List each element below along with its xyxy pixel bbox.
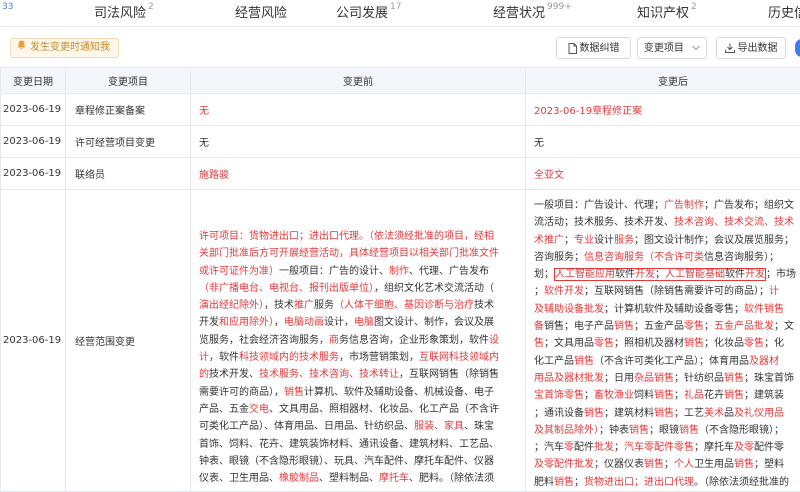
scope-line: 开发和应用除外），电脑动画设计，电脑图文设计、制作，会议及展	[199, 314, 517, 331]
scope-line: 览服务，社会经济咨询服务，商务信息咨询，企业形象策划，软件设	[199, 332, 517, 349]
scope-line: 备销售；电子产品销售；五金产品零售；五金产品批发；文	[534, 318, 800, 335]
scope-line: 用品及器材批发；日用杂品销售；针纺织品销售；珠宝首饰	[534, 370, 800, 387]
change-item-cell: 许可经营项目变更	[66, 126, 191, 158]
scope-line: ；汽车零配件批发；汽车零配件零售；摩托车及零配件零	[534, 439, 800, 456]
change-record-table: 变更日期 变更项目 变更前 变更后 2023-06-19 章程修正案备案 无 2…	[0, 67, 800, 492]
change-item-cell: 经营范围变更	[66, 190, 191, 492]
before-value-cell: 施路骏	[191, 158, 526, 190]
table-row: 2023-06-19 经营范围变更 许可项目：货物进出口；进出口代理。（依法须经…	[1, 190, 800, 492]
scope-line: 产品、五金交电、文具用品、照相器材、化妆品、化工产品（不含许	[199, 401, 517, 418]
scope-before-text: 许可项目：货物进出口；进出口代理。（依法须经批准的项目，经相 关部门批准后方可开…	[199, 228, 517, 487]
scope-line: 咨询服务；信息咨询服务（不含许可类信息咨询服务）；	[534, 249, 800, 266]
tab-first[interactable]: 33	[0, 2, 13, 22]
notice-label: 发生变更时通知我	[30, 42, 110, 53]
header-after: 变更后	[526, 68, 800, 94]
tab-operating-status[interactable]: 经营状况999+	[493, 2, 572, 22]
change-type-dropdown[interactable]: 变更项目	[637, 37, 707, 59]
scope-line: 可类化工产品）、体育用品、日用品、针纺织品、服装、家具、珠宝	[199, 418, 517, 435]
after-value-cell: 2023-06-19章程修正案	[526, 94, 800, 126]
after-value-cell: 无	[526, 126, 800, 158]
scope-line: 首饰、饲料、花卉、建筑装饰材料、通讯设备、建筑材料、工艺品、	[199, 436, 517, 453]
change-date-cell: 2023-06-19	[1, 94, 66, 126]
scope-after-cell: 一般项目：广告设计、代理；广告制作；广告发布；组织文 流活动；技术服务、技术开发…	[526, 190, 800, 492]
scope-line: ；通讯设备销售；建筑材料销售；工艺美术品及礼仪用品	[534, 405, 800, 422]
scope-line: 宝首饰零售；畜牧渔业饲料销售；礼品花卉销售；建筑装	[534, 387, 800, 404]
scope-line: 钟表、眼镜（不含隐形眼镜）、玩具、汽车配件、摩托车配件、仪器	[199, 453, 517, 470]
scope-line: 术推广；专业设计服务；图文设计制作；会议及展览服务；	[534, 232, 800, 249]
tab-history[interactable]: 历史信	[768, 2, 800, 22]
before-value-cell: 无	[191, 94, 526, 126]
scope-line: 化工产品销售（不含许可类化工产品）；体育用品及器材	[534, 353, 800, 370]
chevron-down-icon	[692, 45, 700, 51]
table-header-row: 变更日期 变更项目 变更前 变更后	[1, 68, 800, 94]
header-change-date[interactable]: 变更日期	[1, 68, 66, 94]
table-row: 2023-06-19 联络员 施路骏 全亚文	[1, 158, 800, 190]
download-icon	[725, 43, 735, 53]
scope-line: 的技术开发、技术服务、技术咨询、技术转让，互联网销售（除销售	[199, 366, 517, 383]
document-icon	[568, 43, 577, 54]
scope-line: 计，软件科技领域内的技术服务，市场营销策划，互联网科技领域内	[199, 349, 517, 366]
scope-line: 售；文具用品零售；照相机及器材销售；化妆品零售；化	[534, 335, 800, 352]
table-row: 2023-06-19 章程修正案备案 无 2023-06-19章程修正案	[1, 94, 800, 126]
scope-line: 或许可证件为准）一般项目：广告的设计、制作、代理、广告发布	[199, 263, 517, 280]
scope-line: 划；人工智能应用软件开发；人工智能基础软件开发；市场	[534, 266, 800, 283]
scope-line: ；软件开发；互联网销售（除销售需要许可的商品）；计	[534, 283, 800, 300]
scope-after-text: 一般项目：广告设计、代理；广告制作；广告发布；组织文 流活动；技术服务、技术开发…	[534, 197, 800, 491]
tab-intellectual-property[interactable]: 知识产权2	[637, 2, 697, 22]
scope-line: 流活动；技术服务、技术开发、技术咨询、技术交流、技术	[534, 214, 800, 231]
scope-before-cell: 许可项目：货物进出口；进出口代理。（依法须经批准的项目，经相 关部门批准后方可开…	[191, 190, 526, 492]
after-value-cell: 全亚文	[526, 158, 800, 190]
change-item-cell: 联络员	[66, 158, 191, 190]
before-value-cell: 无	[191, 126, 526, 158]
scope-line: 肥料销售；货物进出口；进出口代理。（除依法须经批准的	[534, 474, 800, 491]
scope-line: 仪表、卫生用品、橡胶制品、塑料制品、摩托车、肥料。（除依法须	[199, 470, 517, 487]
tab-judicial-risk[interactable]: 司法风险2	[94, 2, 154, 22]
header-change-item: 变更项目	[66, 68, 191, 94]
scope-line: 关部门批准后方可开展经营活动，具体经营项目以相关部门批准文件	[199, 245, 517, 262]
change-item-cell: 章程修正案备案	[66, 94, 191, 126]
table-row: 2023-06-19 许可经营项目变更 无 无	[1, 126, 800, 158]
scope-line: 演出经纪除外），技术推广服务（人体干细胞、基因诊断与治疗技术	[199, 297, 517, 314]
scope-line: 及其制品除外）；钟表销售；眼镜销售（不含隐形眼镜）；	[534, 422, 800, 439]
tab-operating-risk[interactable]: 经营风险	[235, 2, 287, 22]
change-date-cell: 2023-06-19	[1, 190, 66, 492]
scope-line: 需要许可的商品），销售计算机、软件及辅助设备、机械设备、电子	[199, 384, 517, 401]
bell-icon	[17, 39, 27, 57]
change-date-cell: 2023-06-19	[1, 126, 66, 158]
scope-line: （非广播电台、电视台、报刊出版单位），组织文化艺术交流活动（	[199, 280, 517, 297]
change-notify-button[interactable]: 发生变更时通知我	[10, 38, 119, 58]
data-correction-button[interactable]: 数据纠错	[556, 37, 631, 59]
scope-line: 及零配件批发；仪器仪表销售；个人卫生用品销售；塑料	[534, 456, 800, 473]
scope-line: 许可项目：货物进出口；进出口代理。（依法须经批准的项目，经相	[199, 228, 517, 245]
export-data-button[interactable]: 导出数据	[716, 37, 786, 59]
change-date-cell: 2023-06-19	[1, 158, 66, 190]
scope-line: 一般项目：广告设计、代理；广告制作；广告发布；组织文	[534, 197, 800, 214]
scope-line: 及辅助设备批发；计算机软件及辅助设备零售；软件销售	[534, 301, 800, 318]
tab-bar: 33 司法风险2 经营风险 公司发展17 经营状况999+ 知识产权2 历史信	[0, 0, 800, 27]
toggle-switch[interactable]	[795, 39, 800, 57]
header-before: 变更前	[191, 68, 526, 94]
tab-company-development[interactable]: 公司发展17	[336, 2, 401, 22]
